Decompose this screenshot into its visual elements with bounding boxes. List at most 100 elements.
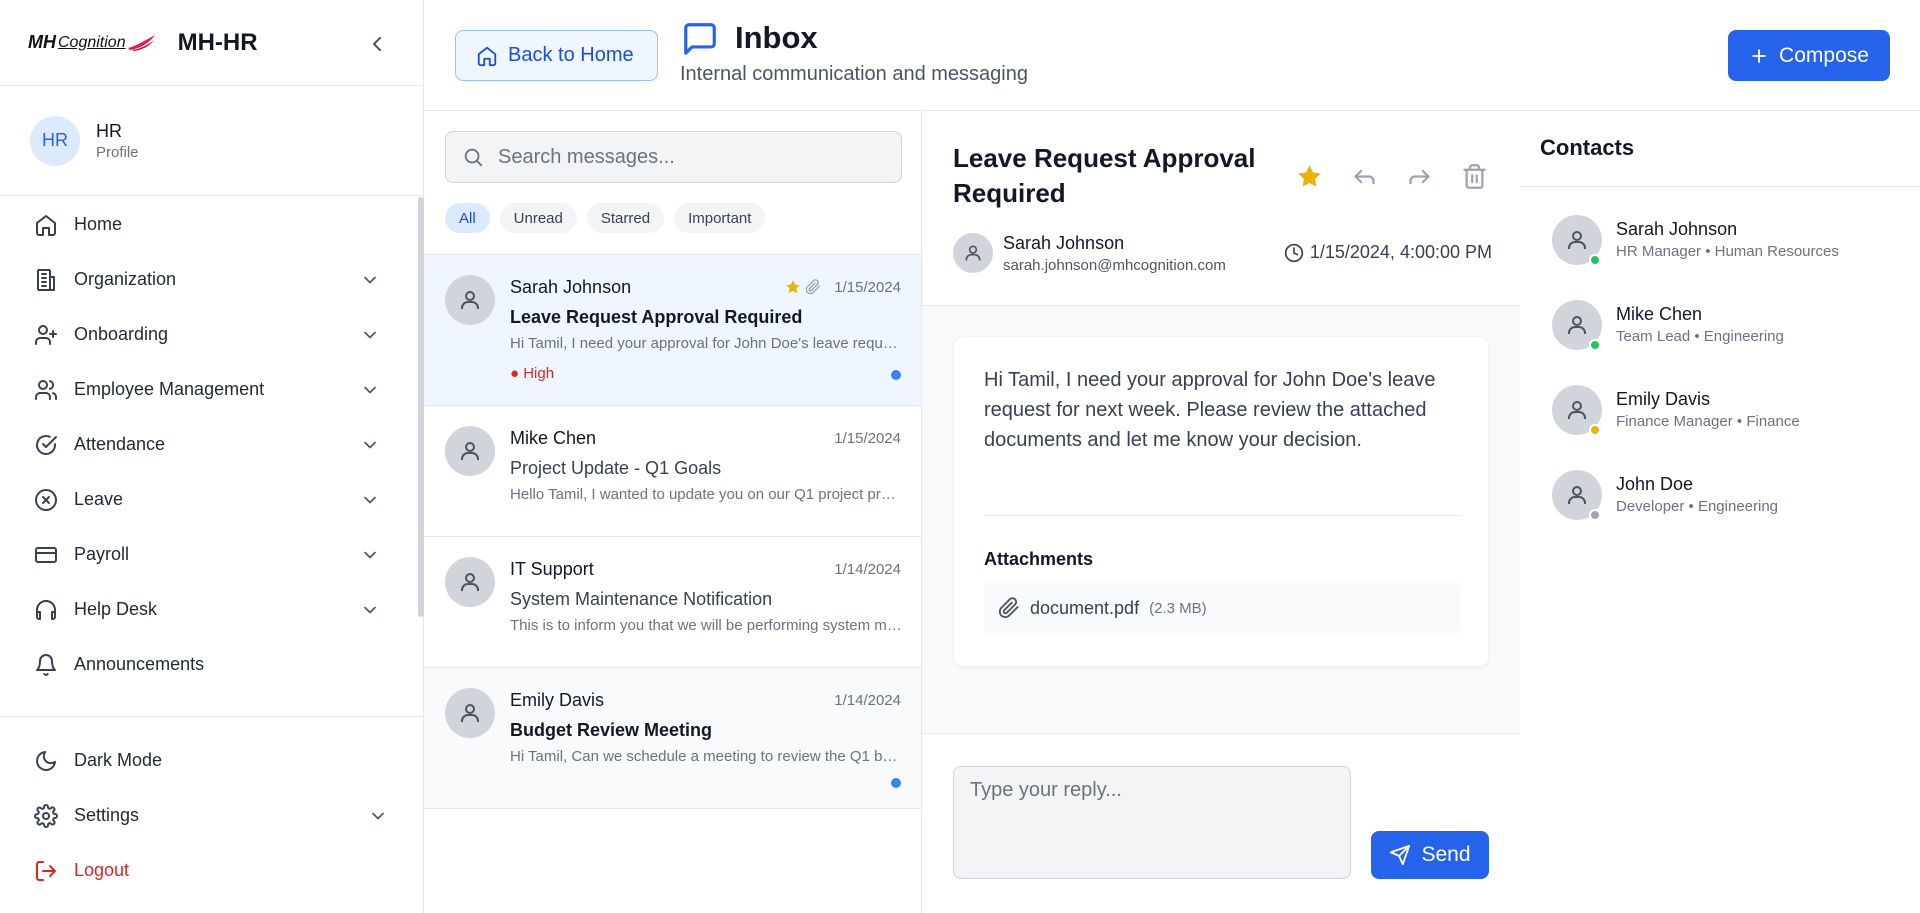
- back-label: Back to Home: [508, 44, 634, 66]
- profile-subtitle: Profile: [96, 143, 139, 161]
- contact-name: Sarah Johnson: [1616, 219, 1738, 239]
- attachment-size: (2.3 MB): [1149, 599, 1207, 617]
- nav-item-settings[interactable]: Settings: [0, 788, 424, 843]
- logout-button[interactable]: Logout: [0, 843, 424, 898]
- message-item[interactable]: IT Support 1/14/2024 System Maintenance …: [424, 537, 921, 668]
- message-body-card: Hi Tamil, I need your approval for John …: [953, 336, 1489, 667]
- status-dot: [1589, 424, 1601, 436]
- contacts-heading: Contacts: [1520, 111, 1920, 187]
- star-icon[interactable]: [1296, 163, 1323, 190]
- filter-unread[interactable]: Unread: [499, 203, 577, 233]
- timestamp-text: 1/15/2024, 4:00:00 PM: [1309, 242, 1492, 262]
- logo-mh-text: MH: [28, 32, 56, 52]
- message-date: 1/15/2024: [834, 279, 901, 296]
- nav-item-payroll[interactable]: Payroll: [0, 527, 424, 582]
- plus-icon: [1752, 48, 1766, 63]
- contact-list: Sarah Johnson HR Manager • Human Resourc…: [1520, 187, 1920, 537]
- search-input[interactable]: [498, 145, 878, 169]
- contact-item[interactable]: Sarah Johnson HR Manager • Human Resourc…: [1520, 197, 1920, 282]
- building-icon: [37, 268, 55, 291]
- message-preview: Hello Tamil, I wanted to update you on o…: [510, 486, 902, 503]
- nav-item-attendance[interactable]: Attendance: [0, 417, 424, 472]
- user-plus-icon: [35, 324, 57, 345]
- nav-item-home[interactable]: Home: [0, 197, 424, 252]
- message-sender: Sarah Johnson: [510, 277, 632, 297]
- nav-item-help-desk[interactable]: Help Desk: [0, 582, 424, 637]
- message-body: Hi Tamil, I need your approval for John …: [984, 369, 1436, 451]
- contact-item[interactable]: Mike Chen Team Lead • Engineering: [1520, 282, 1920, 367]
- paperclip-icon: [805, 279, 820, 295]
- message-flags: [785, 279, 821, 295]
- nav-item-announcements[interactable]: Announcements: [0, 637, 424, 692]
- search-box[interactable]: [445, 131, 902, 183]
- message-subject: System Maintenance Notification: [510, 589, 773, 609]
- user-icon: [1568, 401, 1586, 419]
- message-date: 1/15/2024: [834, 430, 901, 447]
- contact-name: Mike Chen: [1616, 304, 1703, 324]
- send-button[interactable]: Send: [1371, 831, 1489, 879]
- collapse-sidebar-icon[interactable]: [365, 32, 389, 56]
- message-item[interactable]: Sarah Johnson 1/15/2024 Leave Request Ap…: [424, 255, 921, 406]
- message-sender: Emily Davis: [510, 690, 605, 710]
- logout-label: Logout: [74, 860, 130, 880]
- home-icon: [36, 214, 56, 236]
- company-logo: MH Cognition: [28, 28, 156, 58]
- chevron-down-icon: [364, 606, 376, 614]
- compose-button[interactable]: Compose: [1728, 30, 1890, 81]
- sidebar-header: MH Cognition MH-HR: [0, 0, 423, 86]
- gear-icon: [34, 803, 58, 828]
- message-preview: This is to inform you that we will be pe…: [510, 617, 902, 634]
- detail-subject: Leave Request Approval Required: [953, 143, 1256, 208]
- contact-item[interactable]: Emily Davis Finance Manager • Finance: [1520, 367, 1920, 452]
- message-list: Sarah Johnson 1/15/2024 Leave Request Ap…: [424, 254, 921, 809]
- reply-input[interactable]: [953, 766, 1351, 879]
- compose-label: Compose: [1779, 43, 1869, 67]
- profile-avatar: HR: [30, 115, 80, 166]
- bell-icon: [36, 653, 56, 676]
- check-circle-icon: [36, 434, 57, 455]
- reply-composer: Send: [922, 733, 1520, 913]
- nav-item-leave[interactable]: Leave: [0, 472, 424, 527]
- profile-card[interactable]: HR HR Profile: [0, 86, 423, 196]
- logo-wing-icon: [127, 34, 155, 51]
- detail-sender-email: sarah.johnson@mhcognition.com: [1003, 257, 1226, 274]
- status-dot: [1589, 339, 1601, 351]
- user-icon: [461, 291, 479, 309]
- send-icon: [1390, 844, 1411, 866]
- chevron-down-icon: [364, 276, 376, 284]
- nav-item-employee-management[interactable]: Employee Management: [0, 362, 424, 417]
- sender-avatar: [445, 688, 495, 738]
- page-title: Inbox: [735, 20, 818, 55]
- headphones-icon: [36, 599, 56, 620]
- message-sender: Mike Chen: [510, 428, 597, 448]
- reply-icon[interactable]: [1351, 163, 1378, 190]
- user-icon: [461, 573, 479, 591]
- filter-all[interactable]: All: [445, 203, 490, 233]
- back-to-home-button[interactable]: Back to Home: [455, 30, 658, 81]
- message-item[interactable]: Emily Davis 1/14/2024 Budget Review Meet…: [424, 668, 921, 809]
- message-detail-header: Leave Request Approval Required Sarah Jo…: [922, 111, 1520, 306]
- nav-item-onboarding[interactable]: Onboarding: [0, 307, 424, 362]
- priority-badge: ● High: [510, 365, 555, 382]
- message-item[interactable]: Mike Chen 1/15/2024 Project Update - Q1 …: [424, 406, 921, 537]
- contacts-pane: Contacts Sarah Johnson HR Manager • Huma…: [1520, 111, 1920, 913]
- contact-item[interactable]: John Doe Developer • Engineering: [1520, 452, 1920, 537]
- user-icon: [1568, 231, 1586, 249]
- trash-icon[interactable]: [1461, 163, 1488, 190]
- nav-label: Home: [74, 214, 123, 234]
- attachments-heading: Attachments: [984, 549, 1094, 569]
- sender-avatar: [445, 557, 495, 607]
- forward-icon[interactable]: [1406, 163, 1433, 190]
- filter-starred[interactable]: Starred: [586, 203, 665, 233]
- attachment-name: document.pdf: [1030, 597, 1140, 618]
- nav-label: Attendance: [74, 434, 166, 454]
- nav-label: Payroll: [74, 544, 130, 564]
- nav-item-organization[interactable]: Organization: [0, 252, 424, 307]
- chevron-down-icon: [364, 496, 376, 504]
- attachment-item[interactable]: document.pdf (2.3 MB): [984, 581, 1460, 635]
- chevron-down-icon: [364, 386, 376, 394]
- x-circle-icon: [35, 488, 57, 511]
- filter-important[interactable]: Important: [674, 203, 766, 233]
- dark-mode-toggle[interactable]: Dark Mode: [0, 733, 424, 788]
- clock-icon: [1284, 243, 1304, 262]
